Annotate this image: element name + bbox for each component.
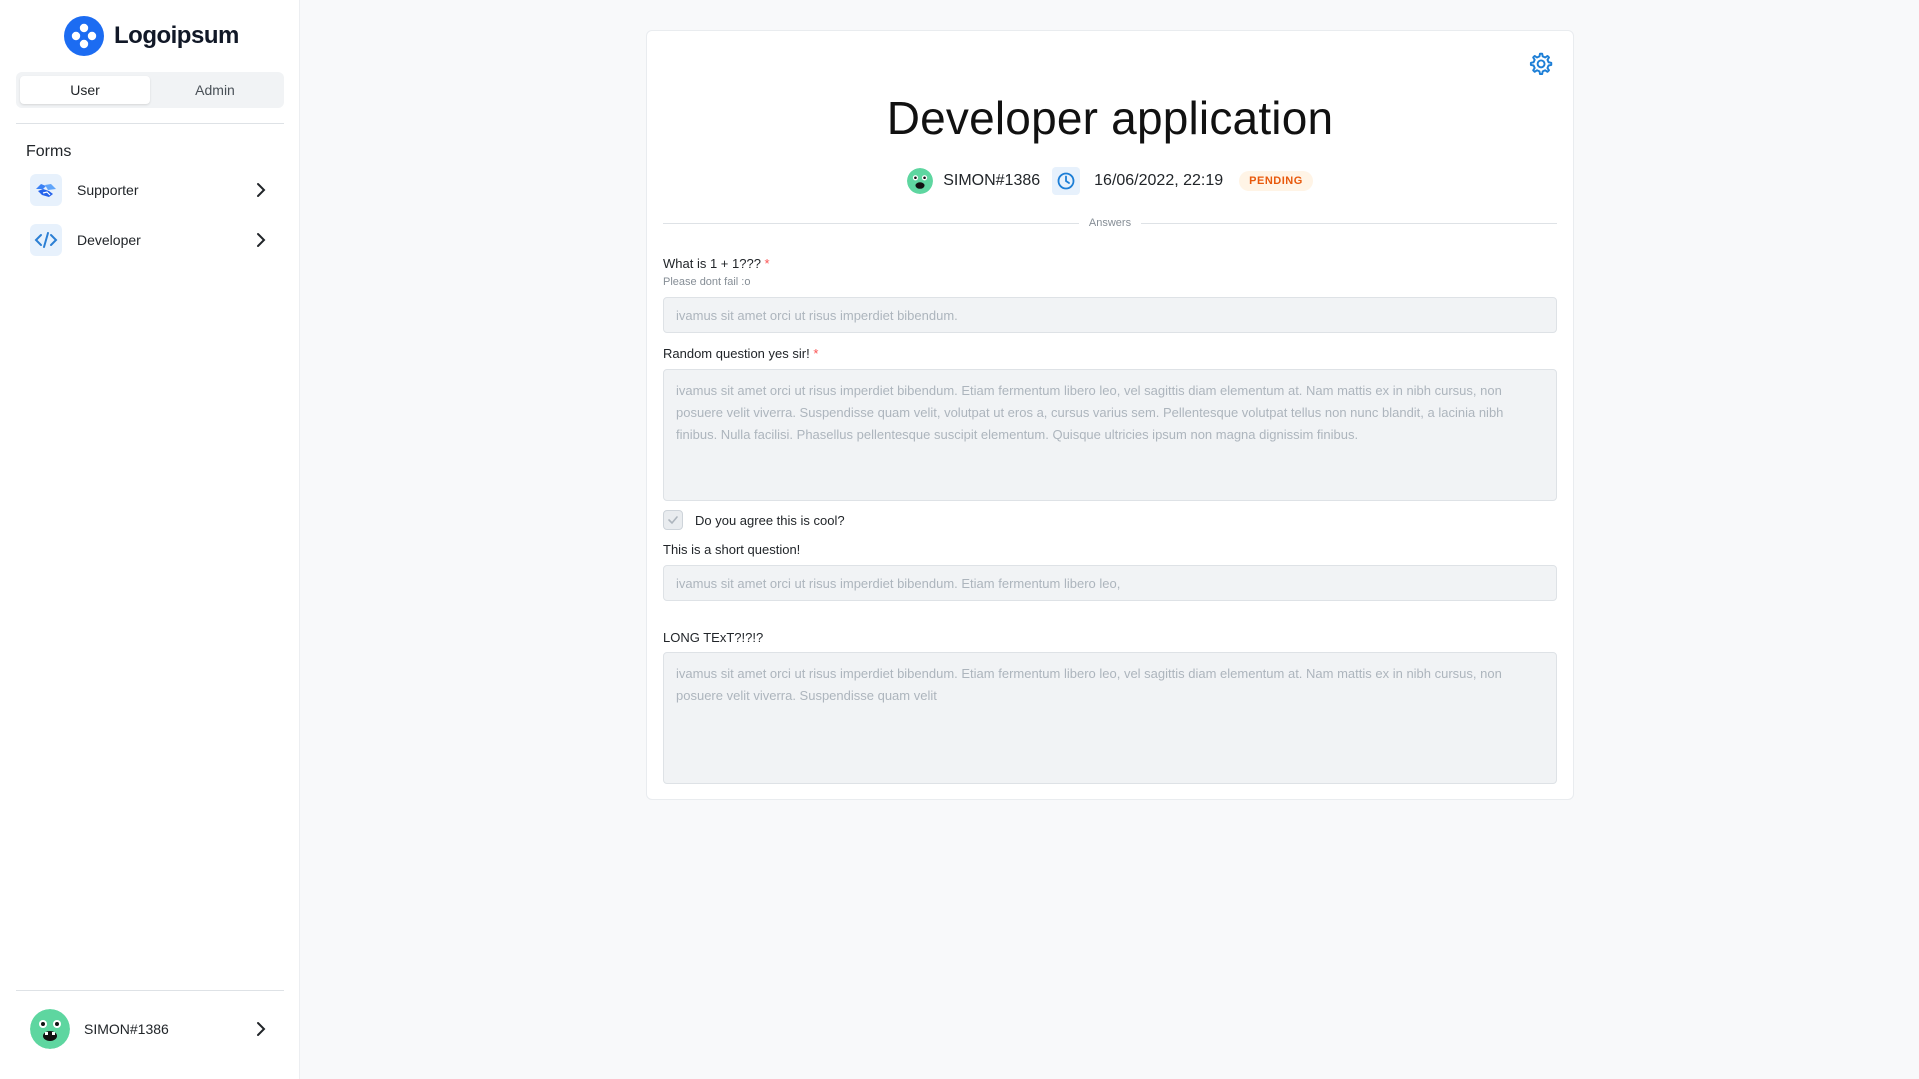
agree-checkbox[interactable] xyxy=(663,510,683,530)
application-meta: SIMON#1386 16/06/2022, 22:19 PENDING xyxy=(647,167,1573,195)
question-label: LONG TExT?!?!? xyxy=(663,630,764,645)
forms-section-title: Forms xyxy=(26,143,72,160)
brand-logo[interactable]: Logoipsum xyxy=(64,16,239,56)
brand-name: Logoipsum xyxy=(114,22,239,49)
submitted-datetime: 16/06/2022, 22:19 xyxy=(1094,172,1224,189)
code-icon xyxy=(30,224,62,256)
question-description: Please dont fail :o xyxy=(663,276,751,288)
divider-line xyxy=(1141,222,1557,224)
question-label: This is a short question! xyxy=(663,542,801,557)
page-title: Developer application xyxy=(886,92,1334,144)
sidebar-item-developer[interactable]: Developer xyxy=(16,220,284,260)
check-icon xyxy=(668,516,678,525)
chevron-right-icon xyxy=(257,233,266,247)
sidebar-item-label: Supporter xyxy=(77,182,139,198)
clock-icon xyxy=(1052,167,1081,195)
logo-mark-icon xyxy=(64,16,104,56)
agree-checkbox-row: Do you agree this is cool? xyxy=(663,510,845,530)
answers-divider: Answers xyxy=(663,217,1557,229)
sidebar-item-label: Developer xyxy=(77,232,141,248)
role-switch-admin[interactable]: Admin xyxy=(150,76,280,104)
required-marker: * xyxy=(813,346,819,361)
answer-input[interactable]: ivamus sit amet orci ut risus imperdiet … xyxy=(663,297,1557,333)
sidebar: Logoipsum User Admin Forms Supporter Dev xyxy=(0,0,300,1079)
sidebar-user-name: SIMON#1386 xyxy=(84,1021,169,1037)
sidebar-divider-top xyxy=(16,123,284,124)
chevron-right-icon xyxy=(257,183,266,197)
question-label: What is 1 + 1??? * xyxy=(663,256,770,271)
sidebar-user-menu[interactable]: SIMON#1386 xyxy=(16,1009,284,1049)
role-switch: User Admin xyxy=(16,72,284,108)
sidebar-divider-bottom xyxy=(16,990,284,991)
application-card: Developer application SIMON#1386 16/06/2… xyxy=(646,30,1574,800)
gear-icon[interactable] xyxy=(1527,51,1553,77)
answer-textarea[interactable]: ivamus sit amet orci ut risus imperdiet … xyxy=(663,369,1557,501)
role-switch-user[interactable]: User xyxy=(20,76,150,104)
status-badge: PENDING xyxy=(1239,171,1313,191)
agree-checkbox-label: Do you agree this is cool? xyxy=(695,512,845,528)
answer-input[interactable]: ivamus sit amet orci ut risus imperdiet … xyxy=(663,565,1557,601)
chevron-right-icon xyxy=(257,1022,266,1036)
sidebar-item-supporter[interactable]: Supporter xyxy=(16,170,284,210)
handshake-icon xyxy=(30,174,62,206)
divider-line xyxy=(663,222,1079,224)
avatar xyxy=(907,168,934,194)
question-label: Random question yes sir! * xyxy=(663,346,819,361)
avatar xyxy=(30,1009,70,1049)
answer-textarea[interactable]: ivamus sit amet orci ut risus imperdiet … xyxy=(663,652,1557,784)
answers-divider-label: Answers xyxy=(1088,217,1132,229)
applicant-name: SIMON#1386 xyxy=(943,172,1041,189)
required-marker: * xyxy=(764,256,770,271)
applicant: SIMON#1386 xyxy=(907,168,1040,194)
